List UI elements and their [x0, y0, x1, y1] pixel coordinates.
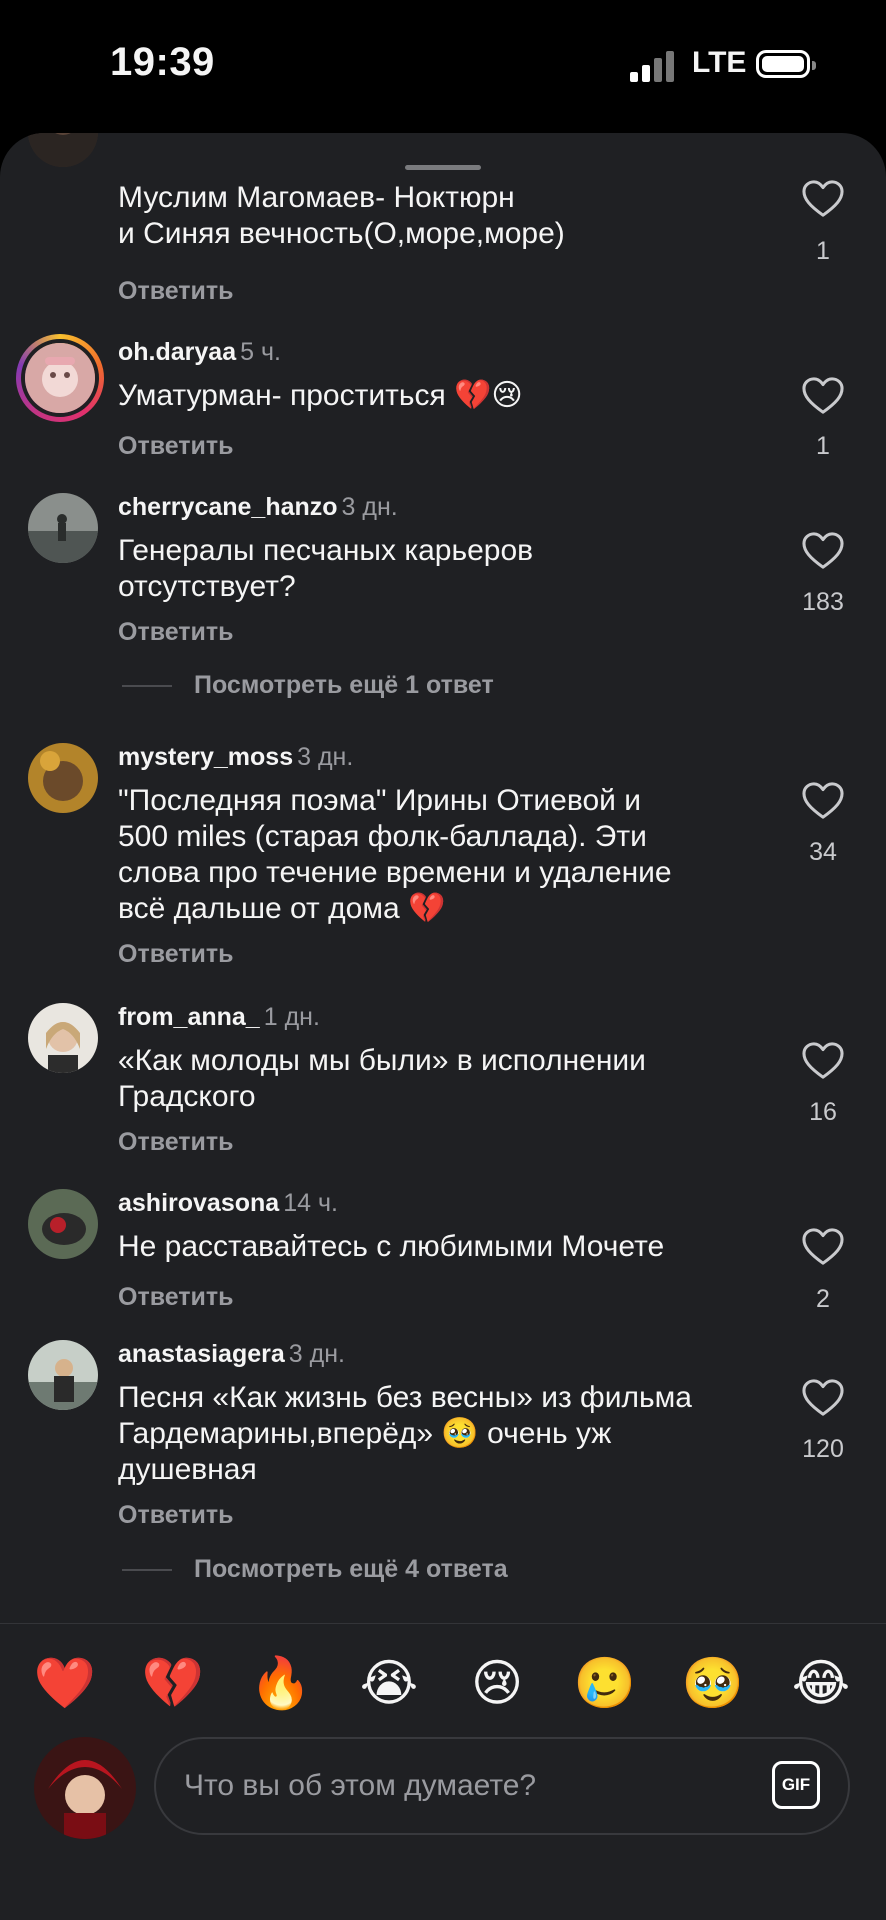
avatar[interactable]: [28, 743, 98, 813]
divider-line: [122, 685, 172, 688]
network-type: LTE: [692, 46, 747, 79]
like-count: 1: [816, 237, 830, 265]
username[interactable]: mystery_moss: [118, 743, 293, 771]
reply-button[interactable]: Ответить: [118, 277, 234, 306]
avatar[interactable]: [28, 1003, 98, 1073]
timestamp: 5 ч.: [240, 338, 281, 366]
username[interactable]: ashirovasona: [118, 1189, 279, 1217]
heart-icon[interactable]: [800, 179, 846, 219]
avatar[interactable]: [16, 334, 104, 422]
status-bar: 19:39 LTE: [0, 0, 886, 130]
comment-input-placeholder: Что вы об этом думаете?: [184, 1769, 537, 1802]
broken-heart-emoji[interactable]: 💔: [138, 1653, 208, 1713]
comment-meta: cherrycane_hanzo 3 дн.: [118, 493, 398, 522]
signal-icon: [630, 50, 674, 82]
like-count: 183: [802, 588, 844, 616]
comment-text: «Как молоды мы были» в исполнении Градск…: [118, 1044, 646, 1113]
heart-icon[interactable]: [800, 1378, 846, 1418]
sheet-grabber[interactable]: [405, 165, 481, 170]
heart-icon[interactable]: [800, 376, 846, 416]
reply-button[interactable]: Ответить: [118, 618, 234, 647]
username[interactable]: anastasiagera: [118, 1340, 285, 1368]
like-count: 2: [816, 1285, 830, 1313]
divider-line: [122, 1569, 172, 1572]
fire-emoji[interactable]: 🔥: [246, 1653, 316, 1713]
comment-input[interactable]: Что вы об этом думаете? GIF: [154, 1737, 850, 1835]
heart-icon[interactable]: [800, 531, 846, 571]
comments-sheet[interactable]: Муслим Магомаев- Ноктюрн и Синяя вечност…: [0, 133, 886, 1920]
timestamp: 3 дн.: [288, 1340, 345, 1368]
avatar[interactable]: [28, 493, 98, 563]
avatar[interactable]: [28, 1189, 98, 1259]
username[interactable]: oh.daryaa: [118, 338, 236, 366]
reply-button[interactable]: Ответить: [118, 1283, 234, 1312]
comment-meta: anastasiagera 3 дн.: [118, 1340, 345, 1369]
reply-button[interactable]: Ответить: [118, 1501, 234, 1530]
comment-text: Муслим Магомаев- Ноктюрн и Синяя вечност…: [118, 181, 565, 250]
pleading-emoji[interactable]: 🥹: [678, 1653, 748, 1713]
smiling-tear-emoji[interactable]: 🥲: [570, 1653, 640, 1713]
reply-button[interactable]: Ответить: [118, 1128, 234, 1157]
current-user-avatar: [34, 1737, 136, 1839]
reply-button[interactable]: Ответить: [118, 940, 234, 969]
like-count: 1: [816, 432, 830, 460]
loudly-crying-emoji[interactable]: 😭: [354, 1653, 424, 1713]
timestamp: 3 дн.: [297, 743, 354, 771]
avatar[interactable]: [28, 133, 98, 167]
username[interactable]: cherrycane_hanzo: [118, 493, 338, 521]
status-time: 19:39: [110, 40, 215, 84]
timestamp: 14 ч.: [283, 1189, 338, 1217]
heart-icon[interactable]: [800, 1227, 846, 1267]
gif-button[interactable]: GIF: [772, 1761, 820, 1809]
comment-meta: from_anna_ 1 дн.: [118, 1003, 320, 1032]
timestamp: 1 дн.: [263, 1003, 320, 1031]
comment-text: Песня «Как жизнь без весны» из фильма Га…: [118, 1381, 692, 1486]
view-more-replies[interactable]: Посмотреть ещё 4 ответа: [122, 1555, 508, 1584]
comment-text: "Последняя поэма" Ирины Отиевой и 500 mi…: [118, 784, 672, 925]
comment-meta: ashirovasona 14 ч.: [118, 1189, 338, 1218]
battery-icon: [756, 50, 816, 78]
comment-meta: mystery_moss 3 дн.: [118, 743, 353, 772]
username[interactable]: from_anna_: [118, 1003, 260, 1031]
reply-button[interactable]: Ответить: [118, 432, 234, 461]
heart-icon[interactable]: [800, 1041, 846, 1081]
timestamp: 3 дн.: [341, 493, 398, 521]
avatar[interactable]: [28, 1340, 98, 1410]
comment-text: Не расставайтесь с любимыми Мочете: [118, 1230, 665, 1263]
crying-emoji[interactable]: 😢: [462, 1653, 532, 1713]
comment-meta: oh.daryaa 5 ч.: [118, 338, 281, 367]
comment-text: Уматурман- проститься 💔😢: [118, 379, 523, 412]
tears-of-joy-emoji[interactable]: 😂: [786, 1653, 856, 1713]
emoji-quick-bar: ❤️ 💔 🔥 😭 😢 🥲 🥹 😂: [0, 1637, 886, 1727]
composer-divider: [0, 1623, 886, 1624]
red-heart-emoji[interactable]: ❤️: [30, 1653, 100, 1713]
like-count: 34: [809, 838, 837, 866]
like-count: 16: [809, 1098, 837, 1126]
view-more-replies[interactable]: Посмотреть ещё 1 ответ: [122, 671, 494, 700]
like-count: 120: [802, 1435, 844, 1463]
comment-text: Генералы песчаных карьеров отсутствует?: [118, 534, 534, 603]
heart-icon[interactable]: [800, 781, 846, 821]
